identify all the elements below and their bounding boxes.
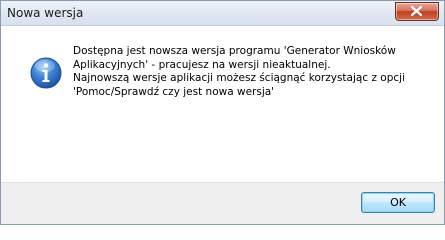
message-line: Dostępna jest nowsza wersja programu 'Ge… [73,45,396,57]
dialog-footer: OK [1,182,444,224]
dialog-content: Dostępna jest nowsza wersja programu 'Ge… [1,26,444,181]
title-bar[interactable]: Nowa wersja [1,1,444,26]
close-icon [411,6,422,16]
close-button[interactable] [395,2,439,21]
ok-button[interactable]: OK [361,192,435,213]
message-line: Aplikacyjnych' - pracujesz na wersji nie… [73,58,331,71]
message-line: Najnowszą wersje aplikacji możesz ściągn… [73,72,405,85]
message-text: Dostępna jest nowsza wersja programu 'Ge… [73,45,433,99]
info-icon [30,57,62,89]
message-line: 'Pomoc/Sprawdź czy jest nowa wersja' [73,85,275,98]
message-dialog: Nowa wersja Dostępna jest nowsza wersja … [0,0,445,225]
window-title: Nowa wersja [7,6,84,20]
